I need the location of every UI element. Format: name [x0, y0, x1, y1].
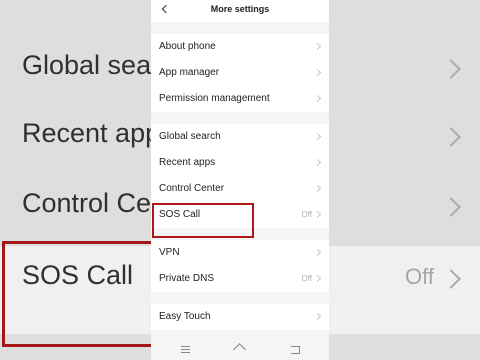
setting-private-dns[interactable]: Private DNS Off [151, 266, 329, 292]
chevron-right-icon [313, 274, 322, 283]
chevron-right-icon [313, 184, 322, 193]
settings-group-4: VPN Private DNS Off [151, 240, 329, 292]
setting-permission-management[interactable]: Permission management [151, 86, 329, 112]
setting-easy-touch[interactable]: Easy Touch [151, 304, 329, 330]
setting-value: Off [301, 210, 312, 219]
home-icon[interactable] [233, 343, 248, 356]
phone-screen: More settings About phone App manager Pe… [151, 0, 329, 360]
setting-control-center[interactable]: Control Center [151, 176, 329, 202]
settings-group-5: Easy Touch [151, 304, 329, 330]
chevron-right-icon [313, 210, 322, 219]
chevron-right-icon [313, 248, 322, 257]
page-title: More settings [210, 4, 270, 14]
settings-group-2: Global search Recent apps Control Center [151, 124, 329, 202]
chevron-right-icon [313, 132, 322, 141]
chevron-right-icon [313, 158, 322, 167]
setting-label: Permission management [159, 93, 270, 104]
setting-label: Control Center [159, 183, 225, 194]
chevron-right-icon [313, 94, 322, 103]
bg-dim-left [0, 0, 151, 360]
title-bar: More settings [151, 0, 329, 22]
sos-call-highlight-box [152, 203, 254, 238]
setting-global-search[interactable]: Global search [151, 124, 329, 150]
bg-dim-right [329, 0, 480, 360]
setting-label: VPN [159, 247, 180, 258]
chevron-right-icon [313, 42, 322, 51]
setting-label: Recent apps [159, 157, 216, 168]
navigation-bar [151, 338, 329, 360]
setting-label: Easy Touch [159, 311, 211, 322]
back-icon[interactable] [288, 343, 302, 355]
setting-label: Private DNS [159, 273, 215, 284]
setting-label: App manager [159, 67, 220, 78]
setting-about-phone[interactable]: About phone [151, 34, 329, 60]
chevron-right-icon [313, 68, 322, 77]
setting-vpn[interactable]: VPN [151, 240, 329, 266]
menu-icon[interactable] [179, 343, 193, 355]
setting-recent-apps[interactable]: Recent apps [151, 150, 329, 176]
setting-app-manager[interactable]: App manager [151, 60, 329, 86]
setting-label: About phone [159, 41, 216, 52]
setting-label: Global search [159, 131, 221, 142]
chevron-right-icon [313, 312, 322, 321]
settings-group-1: About phone App manager Permission manag… [151, 34, 329, 112]
setting-value: Off [301, 274, 312, 283]
